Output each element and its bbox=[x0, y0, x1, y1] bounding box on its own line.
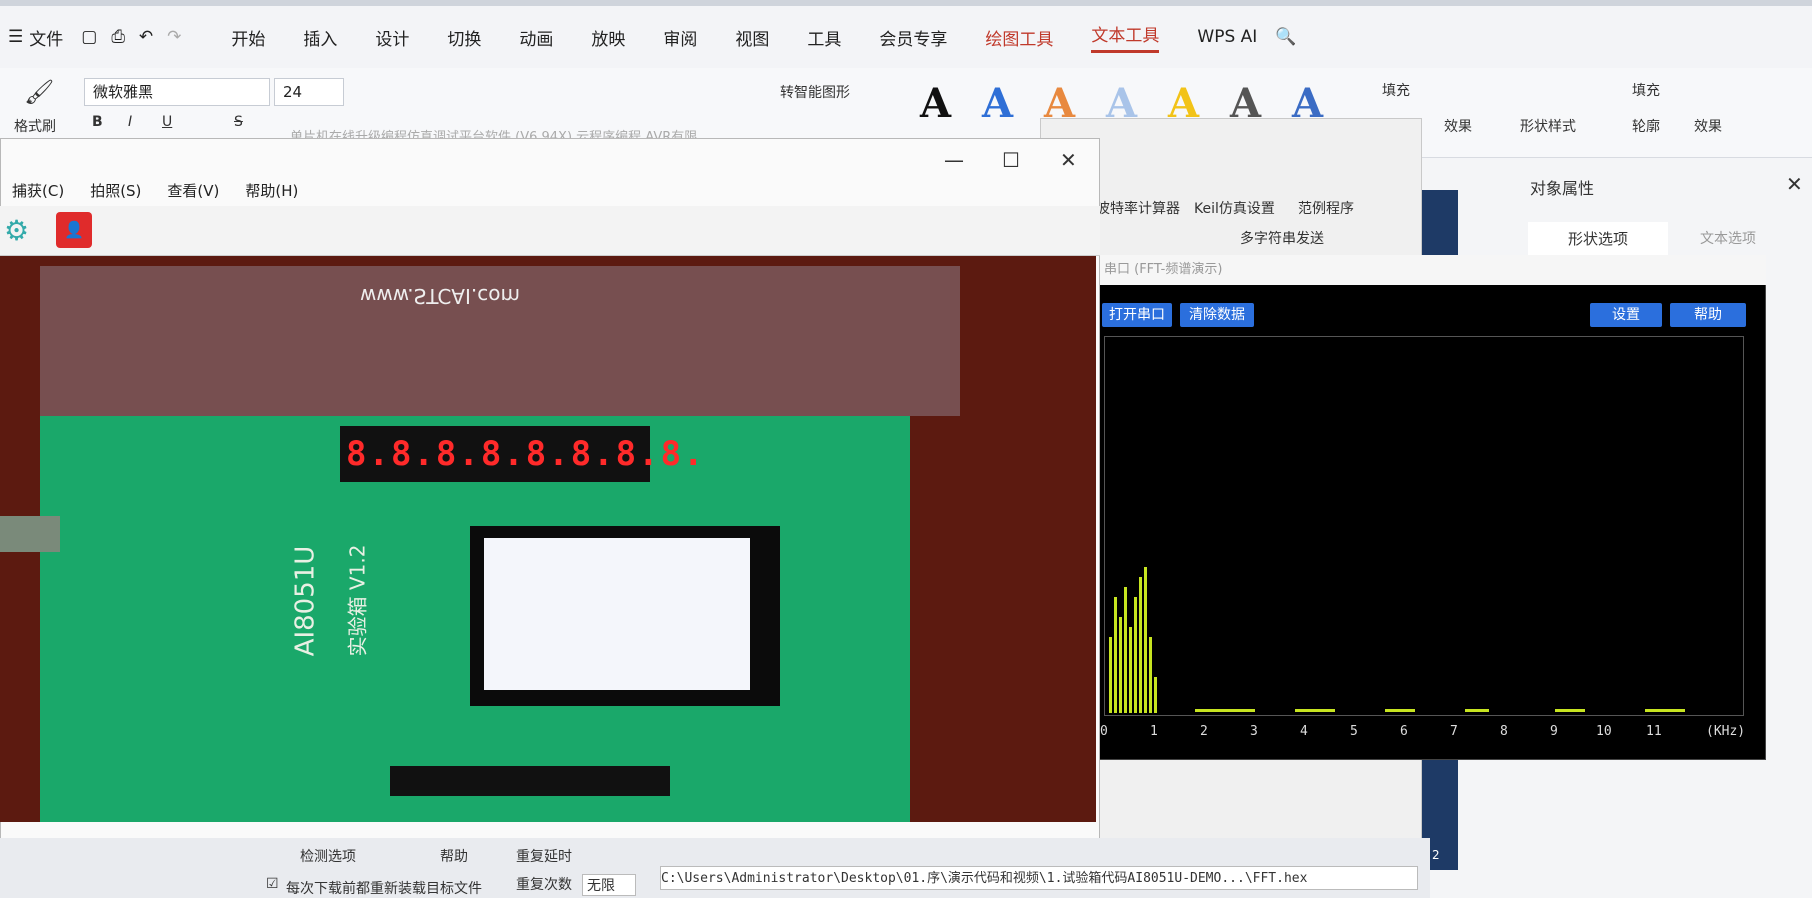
tick-3: 3 bbox=[1250, 724, 1258, 739]
redownload-label: 每次下载前都重新装载目标文件 bbox=[286, 881, 482, 897]
settings-button[interactable]: 设置 bbox=[1590, 303, 1662, 327]
text-effect-button[interactable]: 效果 bbox=[1444, 116, 1472, 136]
menu-view[interactable]: 视图 bbox=[735, 25, 769, 50]
camera-toolbar: ⚙ 👤 bbox=[0, 206, 1100, 256]
text-style-blue[interactable]: A bbox=[982, 80, 1013, 127]
slide-number: 2 bbox=[1432, 848, 1440, 862]
wps-menu-bar: ☰ 文件 ▢ ⎙ ↶ ↷ 开始 插入 设计 切换 动画 放映 审阅 视图 工具 … bbox=[0, 6, 1812, 68]
tab-keil-sim[interactable]: Keil仿真设置 bbox=[1194, 198, 1275, 218]
open-port-button[interactable]: 打开串口 bbox=[1102, 303, 1172, 327]
font-size-select[interactable]: 24 bbox=[274, 78, 344, 106]
format-painter-icon[interactable]: 🖌 bbox=[24, 78, 54, 106]
tab-examples[interactable]: 范例程序 bbox=[1298, 198, 1354, 218]
clear-data-button[interactable]: 清除数据 bbox=[1180, 303, 1254, 327]
menu-view-cam[interactable]: 查看(V) bbox=[167, 180, 219, 201]
multi-string-send[interactable]: 多字符串发送 bbox=[1240, 228, 1324, 248]
camera-feed: 8.8.8.8.8.8.8.8. www.STCAI.com AI8051U 实… bbox=[0, 256, 1096, 822]
menu-draw-tools[interactable]: 绘图工具 bbox=[985, 25, 1053, 50]
hamburger-icon[interactable]: ☰ bbox=[8, 27, 23, 47]
font-name-select[interactable]: 微软雅黑 bbox=[84, 78, 270, 106]
format-painter-label[interactable]: 格式刷 bbox=[14, 116, 56, 136]
tick-2: 2 bbox=[1200, 724, 1208, 739]
tick-4: 4 bbox=[1300, 724, 1308, 739]
undo-icon[interactable]: ↶ bbox=[139, 27, 153, 47]
menu-help-cam[interactable]: 帮助(H) bbox=[245, 180, 298, 201]
help-button[interactable]: 帮助 bbox=[1670, 303, 1746, 327]
fft-title: 串口 (FFT-频谱演示) bbox=[1098, 255, 1766, 285]
seven-segment-display: 8.8.8.8.8.8.8.8. bbox=[346, 434, 706, 474]
underline-icon[interactable]: U bbox=[162, 114, 172, 130]
menu-review[interactable]: 审阅 bbox=[663, 25, 697, 50]
search-icon[interactable]: 🔍 bbox=[1275, 27, 1296, 47]
menu-member[interactable]: 会员专享 bbox=[879, 25, 947, 50]
shape-fill-button[interactable]: 填充 bbox=[1632, 80, 1660, 100]
spectrum-bars bbox=[1109, 567, 1685, 713]
tick-1: 1 bbox=[1150, 724, 1158, 739]
smart-shape-button[interactable]: 转智能图形 bbox=[780, 82, 850, 102]
menu-wps-ai[interactable]: WPS AI bbox=[1197, 27, 1257, 47]
tab-baud-calc[interactable]: 波特率计算器 bbox=[1096, 198, 1180, 218]
menu-photo[interactable]: 拍照(S) bbox=[90, 180, 141, 201]
camera-menu: 捕获(C) 拍照(S) 查看(V) 帮助(H) bbox=[0, 176, 1100, 204]
tick-8: 8 bbox=[1500, 724, 1508, 739]
menu-switch[interactable]: 切换 bbox=[447, 25, 481, 50]
redownload-checkbox[interactable]: ☑ bbox=[266, 876, 279, 892]
isp-help-button[interactable]: 帮助 bbox=[440, 846, 468, 866]
shape-outline-button[interactable]: 轮廓 bbox=[1632, 116, 1660, 136]
hex-file-path: C:\Users\Administrator\Desktop\01.序\演示代码… bbox=[660, 866, 1418, 890]
tick-6: 6 bbox=[1400, 724, 1408, 739]
print-icon[interactable]: ⎙ bbox=[111, 27, 125, 47]
camera-image bbox=[0, 256, 1096, 822]
close-button[interactable]: ✕ bbox=[1060, 148, 1077, 172]
settings-gear-icon[interactable]: ⚙ bbox=[4, 214, 29, 247]
fft-plot bbox=[1104, 336, 1744, 716]
tick-unit: (KHz) bbox=[1706, 724, 1746, 739]
tab-text-options[interactable]: 文本选项 bbox=[1700, 228, 1756, 248]
menu-show[interactable]: 放映 bbox=[591, 25, 625, 50]
shape-style-button[interactable]: 形状样式 bbox=[1520, 116, 1576, 136]
minimize-button[interactable]: — bbox=[944, 148, 964, 172]
tab-shape-options[interactable]: 形状选项 bbox=[1528, 222, 1669, 255]
menu-file[interactable]: 文件 bbox=[29, 25, 63, 50]
redo-icon[interactable]: ↷ bbox=[167, 27, 181, 47]
tick-11: 11 bbox=[1646, 724, 1662, 739]
text-fill-button[interactable]: 填充 bbox=[1382, 80, 1410, 100]
save-icon[interactable]: ▢ bbox=[81, 27, 97, 47]
board-sub: 实验箱 V1.2 bbox=[345, 544, 370, 657]
panel-close-icon[interactable]: ✕ bbox=[1786, 172, 1803, 196]
menu-design[interactable]: 设计 bbox=[375, 25, 409, 50]
menu-capture[interactable]: 捕获(C) bbox=[12, 180, 64, 201]
text-style-black[interactable]: A bbox=[920, 80, 951, 127]
menu-text-tools[interactable]: 文本工具 bbox=[1091, 21, 1160, 53]
menu-start[interactable]: 开始 bbox=[231, 25, 265, 50]
menu-insert[interactable]: 插入 bbox=[303, 25, 337, 50]
check-options-button[interactable]: 检测选项 bbox=[300, 846, 356, 866]
repeat-count-label: 重复次数 bbox=[516, 877, 572, 893]
tick-0: 0 bbox=[1100, 724, 1108, 739]
repeat-count-select[interactable]: 无限 bbox=[582, 874, 636, 896]
shape-effect-button[interactable]: 效果 bbox=[1694, 116, 1722, 136]
bold-icon[interactable]: B bbox=[92, 114, 103, 130]
tick-5: 5 bbox=[1350, 724, 1358, 739]
tick-7: 7 bbox=[1450, 724, 1458, 739]
tick-10: 10 bbox=[1596, 724, 1612, 739]
italic-icon[interactable]: I bbox=[128, 114, 132, 130]
user-icon[interactable]: 👤 bbox=[56, 212, 92, 248]
board-site: www.STCAI.com bbox=[360, 284, 520, 308]
panel-title: 对象属性 bbox=[1530, 179, 1595, 198]
board-label: AI8051U bbox=[290, 545, 321, 657]
repeat-delay-label: 重复延时 bbox=[516, 849, 572, 865]
maximize-button[interactable]: ☐ bbox=[1002, 148, 1020, 172]
menu-animation[interactable]: 动画 bbox=[519, 25, 553, 50]
tick-9: 9 bbox=[1550, 724, 1558, 739]
menu-tools[interactable]: 工具 bbox=[807, 25, 841, 50]
strikethrough-icon[interactable]: S bbox=[234, 114, 243, 130]
